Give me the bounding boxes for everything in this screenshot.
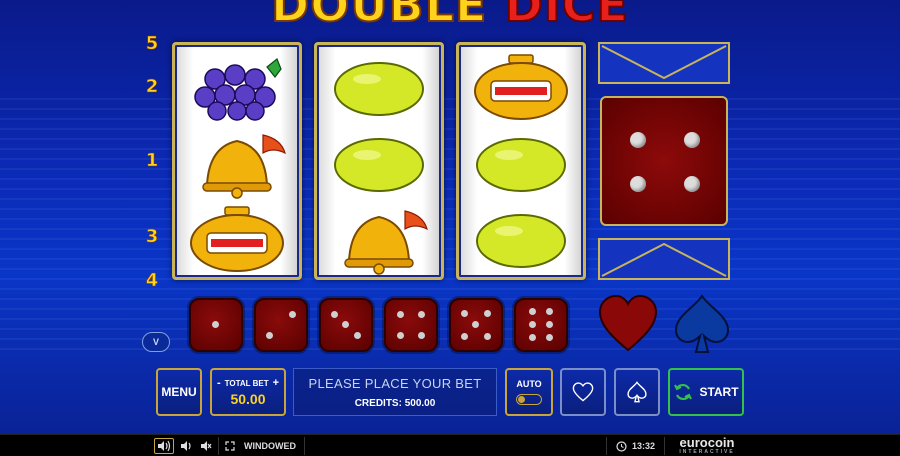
reel-3 [456,42,586,280]
bell-icon [344,210,428,275]
dice-reel [598,42,730,280]
total-bet-panel: - TOTAL BET + 50.00 [210,368,286,416]
die-pip [630,176,646,192]
game-title-part2: DICE [503,0,629,33]
dice-reel-top [598,42,730,84]
clock-icon [614,438,628,454]
chevron-up-icon [601,242,727,277]
menu-label: MENU [161,385,197,399]
payline-number: 4 [145,270,159,292]
heart-icon [598,294,658,352]
payline-number: 5 [145,33,159,55]
start-button[interactable]: START [668,368,744,416]
gamble-spade-button[interactable] [614,368,660,416]
credits-display: CREDITS: 500.00 [354,398,436,409]
die-1 [189,298,243,352]
bet-decrease-button[interactable]: - [217,377,221,389]
chevron-down-icon [601,45,727,80]
dice-reel-bottom [598,238,730,280]
brand-logo: eurocoin INTERACTIVE [672,436,742,455]
die-2 [254,298,308,352]
sound-on-icon[interactable] [154,438,174,454]
sound-low-icon[interactable] [178,438,194,454]
refresh-icon [674,383,693,401]
heart-outline-icon [572,382,594,402]
clock-time: 13:32 [632,441,656,451]
total-bet-label: TOTAL BET [224,378,269,388]
total-bet-value: 50.00 [230,391,266,407]
die-pip [684,132,700,148]
auto-button[interactable]: AUTO [505,368,553,416]
start-label: START [699,385,739,399]
brand-name: eurocoin [679,435,735,450]
windowed-toggle[interactable]: WINDOWED [244,438,296,454]
lemon-icon [334,138,424,192]
payline-number: 2 [145,76,159,98]
big-die [600,96,728,226]
footer-bar: WINDOWED 13:32 eurocoin INTERACTIVE [0,434,900,456]
die-pip [630,132,646,148]
spade-icon [674,294,730,353]
game-title-part1: DOUBLE [270,0,488,33]
status-message: PLEASE PLACE YOUR BET [308,376,482,391]
mute-icon[interactable] [198,438,214,454]
menu-button[interactable]: MENU [156,368,202,416]
bell-icon [202,134,286,199]
auto-toggle[interactable] [516,394,542,405]
spade-outline-icon [627,381,647,403]
die-4 [384,298,438,352]
payline-number: 3 [145,226,159,248]
game-title: DOUBLE DICE [250,0,650,33]
lemon-icon [334,62,424,116]
auto-label: AUTO [516,379,542,389]
bet-increase-button[interactable]: + [273,377,279,389]
die-pip [684,176,700,192]
die-6 [514,298,568,352]
message-panel: PLEASE PLACE YOUR BET CREDITS: 500.00 [293,368,497,416]
reel-1 [172,42,302,280]
reel-2 [314,42,444,280]
lemon-icon [476,214,566,268]
die-5 [449,298,503,352]
lemon-icon [476,138,566,192]
grapes-icon [194,58,282,121]
die-3 [319,298,373,352]
stopwatch-icon [474,54,568,120]
provider-badge: V [142,332,170,352]
fullscreen-icon[interactable] [224,438,236,454]
stopwatch-icon [190,206,284,272]
brand-sub: INTERACTIVE [679,449,735,455]
payline-number: 1 [145,150,159,172]
gamble-heart-button[interactable] [560,368,606,416]
